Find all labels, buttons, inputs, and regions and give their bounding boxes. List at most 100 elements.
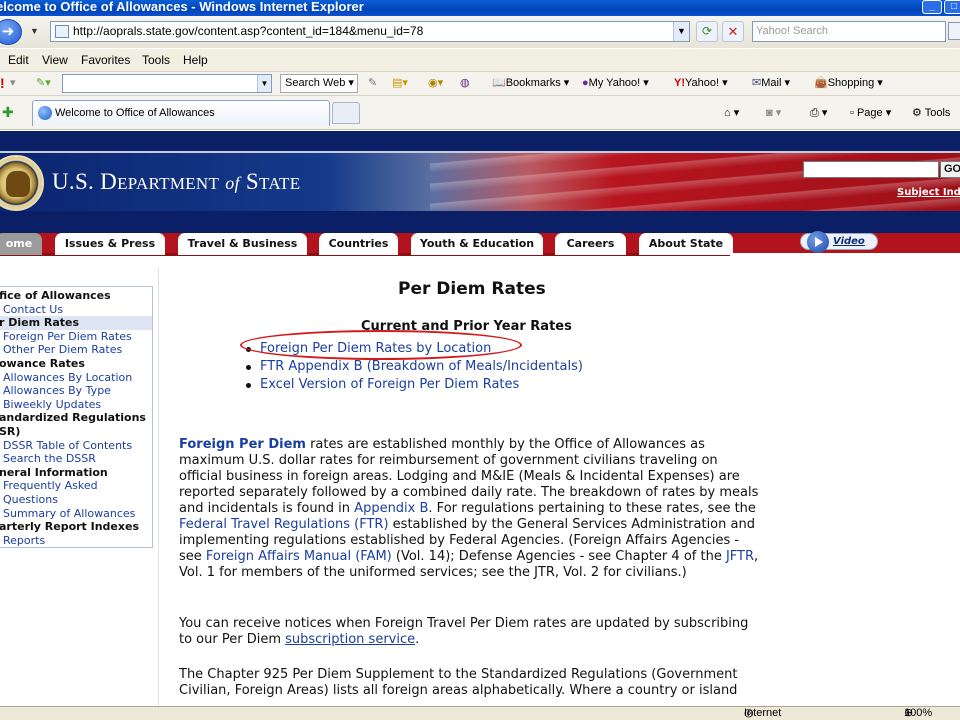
sidebar-heading: SR) (0, 425, 21, 438)
site-title-s: S (245, 169, 260, 194)
nav-tab-home[interactable]: ome (0, 233, 42, 255)
toolbar-dropdown-icon[interactable]: ▾ (10, 72, 16, 94)
sidebar-link[interactable]: Summary of Allowances (0, 507, 135, 521)
sidebar-link[interactable]: Other Per Diem Rates (0, 343, 122, 357)
mail-button[interactable]: ✉Mail ▾ (752, 72, 790, 94)
search-icon[interactable] (948, 22, 960, 40)
form-icon[interactable]: ▤▾ (392, 72, 408, 94)
yahoo-toolbar: ! ▾ ✎▾ ▼ Search Web ▾ ✎ ▤▾ ◉▾ ◍ 📖Bookmar… (0, 72, 960, 96)
sidebar-link[interactable]: Foreign Per Diem Rates (0, 330, 132, 344)
sidebar-link[interactable]: Reports (0, 534, 45, 548)
nav-tab-countries[interactable]: Countries (319, 233, 398, 255)
link-ftr-appendix-b[interactable]: FTR Appendix B (Breakdown of Meals/Incid… (244, 358, 583, 376)
stop-button[interactable]: ✕ (722, 21, 744, 42)
play-icon (807, 231, 829, 253)
sidebar-link[interactable]: Questions (0, 493, 58, 507)
nav-tab-travel-business[interactable]: Travel & Business (178, 233, 307, 255)
mail-icon: ✉ (752, 77, 762, 90)
history-dropdown-icon[interactable]: ▼ (30, 26, 39, 36)
link-excel-version[interactable]: Excel Version of Foreign Per Diem Rates (244, 376, 583, 394)
page-menu-button[interactable]: ▫ Page ▾ (850, 96, 891, 130)
back-button[interactable]: ➜ (0, 19, 22, 45)
print-icon[interactable]: ⎙ ▾ (810, 96, 827, 130)
feeds-icon[interactable]: ◙ ▾ (766, 96, 781, 130)
home-icon[interactable]: ⌂ ▾ (724, 96, 739, 130)
nav-tab-youth-education[interactable]: Youth & Education (411, 233, 543, 255)
paragraph-chapter-925: The Chapter 925 Per Diem Supplement to t… (179, 667, 759, 699)
ftr-link[interactable]: Federal Travel Regulations (FTR) (179, 517, 389, 532)
bookmarks-button[interactable]: 📖Bookmarks ▾ (492, 72, 569, 94)
appendix-b-link[interactable]: Appendix B (354, 501, 428, 516)
menu-favorites[interactable]: Favorites (81, 49, 130, 71)
tools-menu-button[interactable]: ⚙ Tools (912, 96, 950, 130)
site-search-input[interactable] (803, 161, 939, 178)
sidebar-heading: arterly Report Indexes (0, 520, 139, 534)
favorites-star-icon[interactable]: ✚ (2, 104, 14, 121)
globe-icon[interactable]: ◉▾ (428, 72, 443, 94)
search-dropdown-icon[interactable]: ▼ (257, 75, 271, 92)
mail-label: Mail (761, 77, 782, 89)
foreign-per-diem-link[interactable]: Foreign Per Diem (179, 437, 306, 452)
sidebar-link[interactable]: DSSR Table of Contents (0, 439, 132, 453)
address-bar: ➜ ▼ http://aoprals.state.gov/content.asp… (0, 16, 960, 48)
url-dropdown-icon[interactable]: ▼ (673, 22, 689, 41)
subject-index-link[interactable]: Subject Inde (897, 187, 960, 198)
search-web-label: Search Web (285, 77, 346, 89)
menu-tools[interactable]: Tools (142, 49, 170, 71)
tab-welcome[interactable]: Welcome to Office of Allowances (32, 100, 330, 126)
yahoo-button[interactable]: Y!Yahoo! ▾ (674, 72, 728, 94)
yahoo-search-input[interactable]: Yahoo! Search (752, 21, 946, 42)
page-title: Per Diem Rates (398, 279, 546, 299)
sidebar-link[interactable]: Frequently Asked (0, 479, 98, 493)
video-label: Video (833, 236, 865, 247)
window-title: elcome to Office of Allowances - Windows… (0, 0, 364, 14)
new-tab-button[interactable] (332, 102, 360, 124)
tools-menu-label: Tools (924, 107, 951, 119)
red-circle-annotation (240, 330, 522, 360)
yahoo-logo-icon[interactable]: ! (0, 72, 5, 94)
zoom-label: 100% (904, 707, 933, 719)
shopping-bag-icon: 👜 (814, 77, 828, 90)
p2-text-2: . (415, 632, 420, 647)
nav-tab-careers[interactable]: Careers (555, 233, 626, 255)
paragraph-subscription: You can receive notices when Foreign Tra… (179, 616, 759, 648)
page-menu-label: Page (856, 107, 883, 119)
site-title[interactable]: U.S. DEPARTMENT of STATE (52, 169, 300, 195)
nav-tab-about-state[interactable]: About State (639, 233, 733, 255)
nav-tab-issues-press[interactable]: Issues & Press (55, 233, 165, 255)
site-title-prefix: U.S. D (52, 169, 118, 194)
sidebar-link[interactable]: Allowances By Location (0, 371, 132, 385)
sidebar-link[interactable]: Biweekly Updates (0, 398, 101, 412)
yahoo-toolbar-search-input[interactable]: ▼ (62, 74, 272, 93)
zone-label: Internet (744, 707, 782, 719)
video-button[interactable]: Video (800, 231, 878, 253)
site-search-go-button[interactable]: GO (940, 161, 960, 178)
refresh-button[interactable]: ⟳ (696, 21, 718, 42)
sidebar-heading: owance Rates (0, 357, 85, 370)
subscription-service-link[interactable]: subscription service (285, 632, 415, 647)
jftr-link[interactable]: JFTR (726, 549, 754, 564)
tab-bar: ✚ Welcome to Office of Allowances ⌂ ▾ ◙ … (0, 96, 960, 130)
my-yahoo-icon: ● (582, 77, 589, 90)
shopping-button[interactable]: 👜Shopping ▾ (814, 72, 883, 94)
shopping-label: Shopping (827, 77, 875, 89)
yahoo-label: Yahoo! (685, 77, 720, 89)
maximize-button[interactable]: □ (944, 0, 960, 14)
pencil-icon[interactable]: ✎▾ (36, 72, 51, 94)
fam-link[interactable]: Foreign Affairs Manual (FAM) (206, 549, 392, 564)
minimize-button[interactable]: _ (922, 0, 942, 14)
menu-help[interactable]: Help (183, 49, 208, 71)
menu-view[interactable]: View (42, 49, 68, 71)
sidebar-item-selected[interactable]: r Diem Rates (0, 316, 152, 331)
my-yahoo-button[interactable]: ●My Yahoo! ▾ (582, 72, 649, 94)
highlight-icon[interactable]: ✎ (368, 72, 377, 94)
url-field[interactable]: http://aoprals.state.gov/content.asp?con… (50, 21, 690, 42)
paragraph-foreign-per-diem: Foreign Per Diem rates are established m… (179, 437, 759, 581)
nav-blue-band (0, 211, 960, 233)
sidebar-link[interactable]: Search the DSSR (0, 452, 96, 466)
sidebar-link[interactable]: Allowances By Type (0, 384, 111, 398)
messenger-icon[interactable]: ◍ (460, 72, 470, 94)
sidebar-link[interactable]: Contact Us (0, 303, 63, 317)
search-web-button[interactable]: Search Web ▾ (280, 74, 358, 93)
menu-edit[interactable]: Edit (8, 49, 29, 71)
